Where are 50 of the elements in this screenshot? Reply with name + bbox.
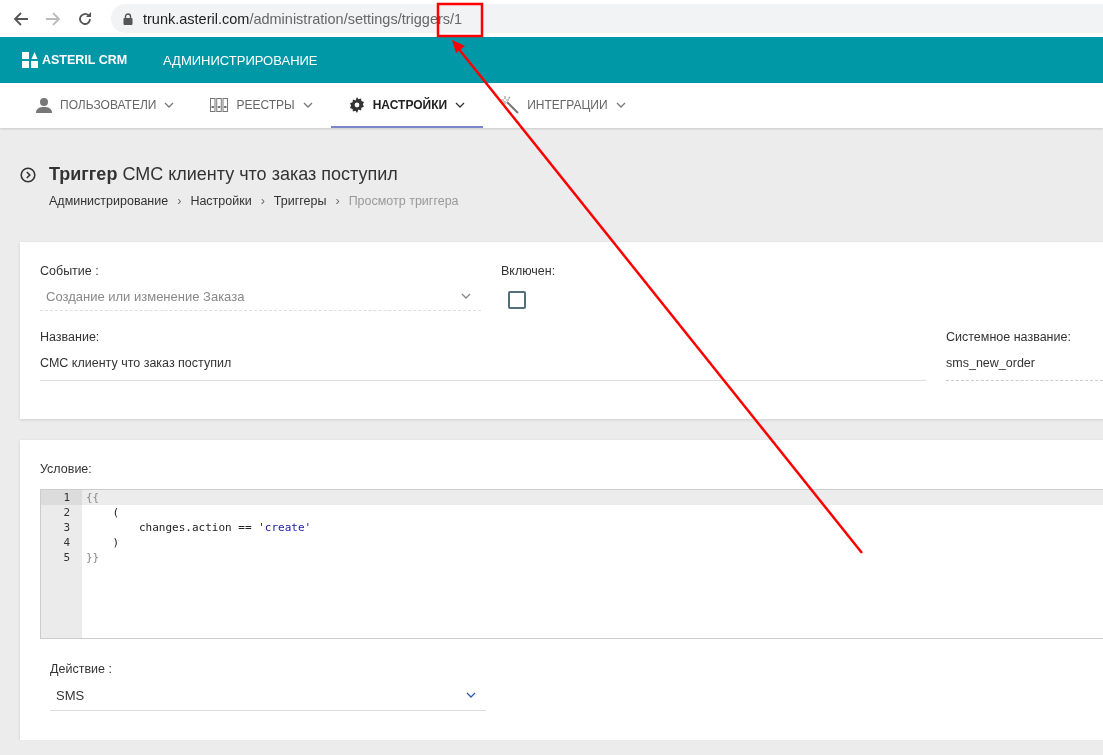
nav-tab[interactable]: ПОЛЬЗОВАТЕЛИ — [18, 83, 193, 128]
code-line: {{ — [86, 491, 100, 504]
code-line: changes.action == 'create' — [137, 521, 312, 534]
code-line: ) — [111, 536, 120, 549]
breadcrumb-link[interactable]: Настройки — [190, 194, 252, 208]
field-label: Действие : — [50, 662, 113, 676]
breadcrumb-current: Просмотр триггера — [348, 194, 459, 208]
logo-icon — [22, 52, 38, 68]
input-field[interactable]: СМС клиенту что заказ поступил — [40, 352, 926, 381]
checkbox[interactable] — [508, 291, 526, 309]
breadcrumb-link[interactable]: Администрирование — [49, 194, 169, 208]
reload-icon[interactable] — [77, 10, 93, 27]
chevron-down-icon — [455, 101, 466, 108]
magic-wand-icon — [501, 95, 520, 114]
nav-tab[interactable]: ИНТЕГРАЦИИ — [483, 83, 644, 128]
chevron-down-icon — [615, 101, 626, 108]
nav-tab[interactable]: НАСТРОЙКИ — [330, 83, 484, 128]
select-field[interactable]: SMS — [50, 680, 486, 711]
breadcrumb-separator: › — [335, 194, 340, 208]
chevron-down-icon — [466, 692, 476, 698]
line-number: 4 — [62, 535, 71, 550]
line-number: 5 — [62, 550, 71, 565]
chevron-circle-icon[interactable] — [20, 166, 36, 183]
back-icon[interactable] — [13, 10, 29, 27]
field-label: Название: — [40, 330, 101, 344]
page-title: Триггер СМС клиенту что заказ поступил — [49, 164, 398, 185]
line-number: 2 — [62, 505, 71, 520]
chevron-down-icon — [164, 101, 175, 108]
chevron-down-icon — [461, 293, 471, 299]
lock-icon — [123, 12, 133, 25]
binders-icon — [210, 97, 229, 112]
field-label: Включен: — [501, 264, 556, 278]
line-number: 3 — [62, 520, 71, 535]
header-section-link[interactable]: АДМИНИСТРИРОВАНИЕ — [163, 52, 318, 68]
breadcrumb-link[interactable]: Триггеры — [273, 194, 327, 208]
gear-icon — [348, 96, 365, 113]
field-label: Событие : — [40, 264, 100, 278]
breadcrumb-separator: › — [177, 194, 182, 208]
field-label: Условие: — [40, 462, 93, 476]
code-editor[interactable]: 1 2 3 4 5 {{ ( changes.action == 'create' ) }} — [40, 489, 1103, 639]
field-label: Системное название: — [946, 330, 1072, 344]
line-number: 1 — [41, 490, 82, 505]
select-value: SMS — [56, 687, 85, 703]
nav-tab[interactable]: РЕЕСТРЫ — [192, 83, 331, 128]
code-line: }} — [86, 551, 100, 564]
user-icon — [36, 96, 52, 113]
code-line: ( — [111, 506, 120, 519]
logo-text[interactable]: ASTERIL CRM — [42, 53, 128, 67]
chevron-down-icon — [302, 101, 313, 108]
breadcrumb-separator: › — [260, 194, 265, 208]
